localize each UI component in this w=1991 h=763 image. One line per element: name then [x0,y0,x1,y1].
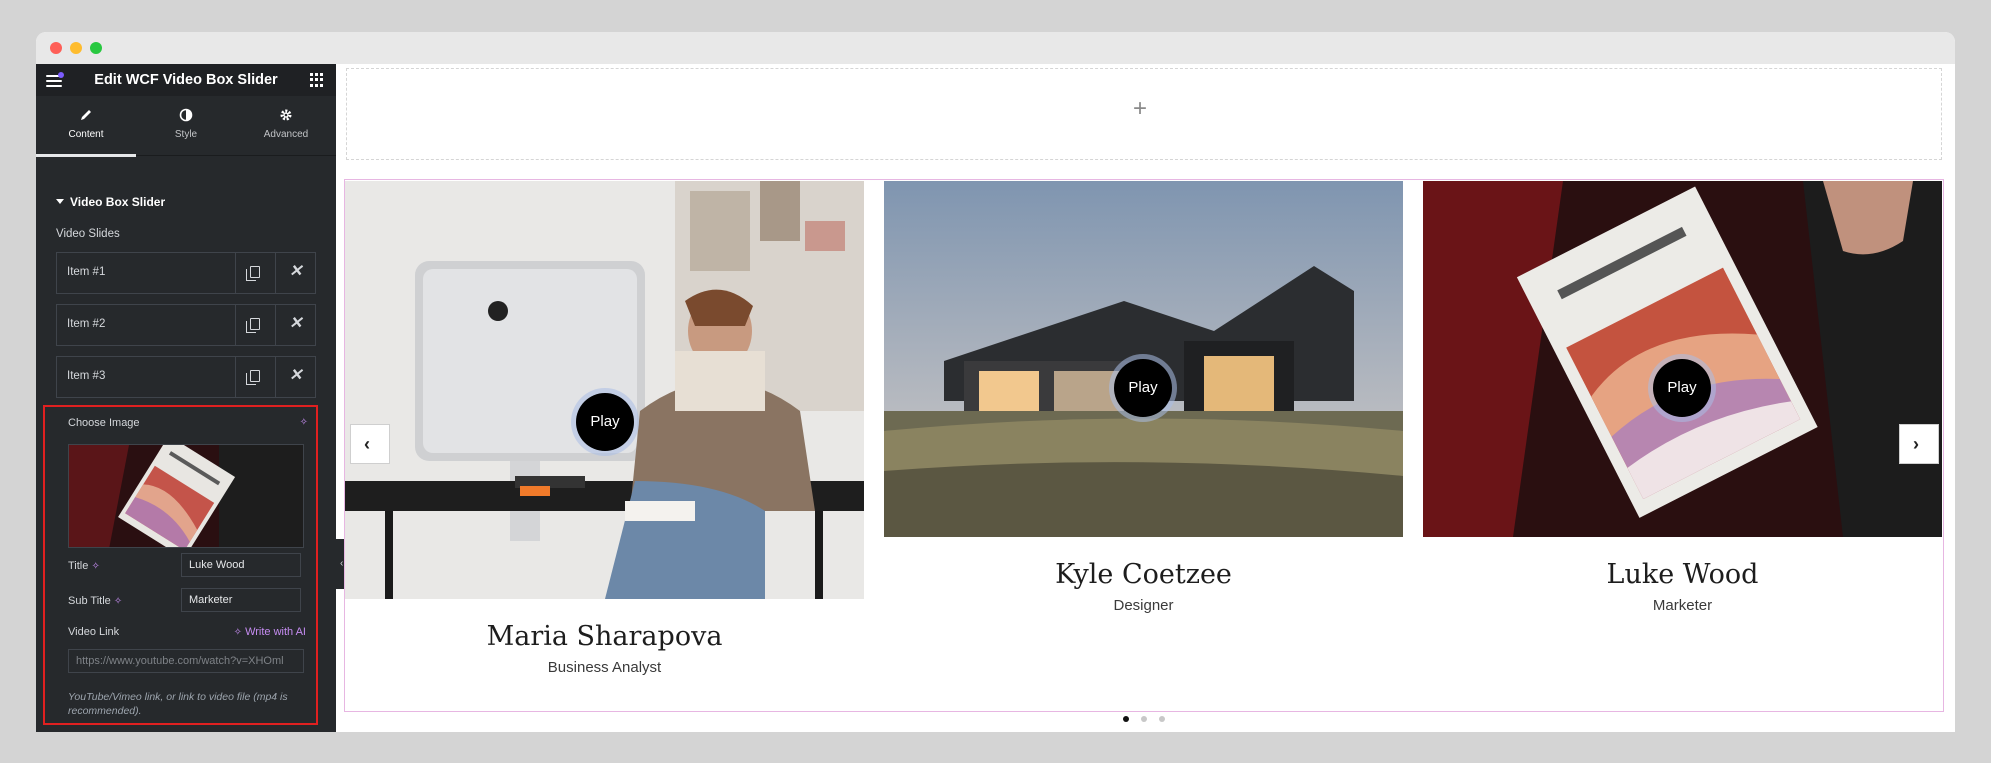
subtitle-label: Sub Title ✧ [68,595,123,607]
chevron-left-icon: ‹ [340,558,344,569]
tab-style[interactable]: Style [136,96,236,156]
close-window-button[interactable] [50,42,62,54]
duplicate-button[interactable] [235,253,275,293]
copy-icon [246,370,260,385]
panel-header: Edit WCF Video Box Slider [36,64,336,96]
ai-sparkle-icon[interactable]: ✧ [91,561,99,572]
maximize-window-button[interactable] [90,42,102,54]
play-button[interactable]: Play [1653,359,1711,417]
pagination-bullet[interactable] [1159,716,1165,722]
caret-down-icon [56,199,64,204]
item-label[interactable]: Item #1 [67,266,105,278]
slide-image: Play [1423,181,1942,537]
slide-image: Play [884,181,1403,537]
write-with-ai-button[interactable]: ✧ Write with AI [234,626,306,638]
browser-window: Edit WCF Video Box Slider Content Style [36,32,1955,732]
copy-icon [246,318,260,333]
section-toggle[interactable]: Video Box Slider [56,195,165,209]
tab-label: Style [174,129,198,140]
minimize-window-button[interactable] [70,42,82,54]
choose-image-label: Choose Image [68,417,140,429]
tab-label: Content [68,129,104,140]
close-icon: ✕ [289,315,303,332]
ai-sparkle-icon[interactable]: ✧ [300,417,308,428]
ai-sparkle-icon[interactable]: ✧ [114,596,122,607]
repeater-item-3[interactable]: Item #3 ✕ [56,356,316,398]
slide-3: Play Luke Wood Marketer [1423,181,1942,701]
chevron-left-icon: ‹ [364,434,370,454]
video-link-hint: YouTube/Vimeo link, or link to video fil… [68,691,288,717]
slide-1: Play Maria Sharapova Business Analyst [345,181,864,701]
play-button[interactable]: Play [1114,359,1172,417]
item-label[interactable]: Item #3 [67,370,105,382]
remove-button[interactable]: ✕ [275,253,315,293]
slide-subtitle: Designer [1113,597,1174,614]
window-titlebar [36,32,1955,64]
image-thumbnail [69,445,303,547]
chevron-right-icon: › [1913,434,1919,454]
section-title: Video Box Slider [70,195,166,209]
slide-title: Kyle Coetzee [1055,559,1232,590]
add-section-button[interactable]: + [1133,95,1147,123]
remove-button[interactable]: ✕ [275,305,315,345]
copy-icon [246,266,260,281]
subtitle-input[interactable]: Marketer [181,588,301,612]
duplicate-button[interactable] [235,305,275,345]
slider-prev-button[interactable]: ‹ [350,424,390,464]
remove-button[interactable]: ✕ [275,357,315,397]
tab-label: Advanced [263,129,309,140]
video-slides-label: Video Slides [56,228,120,240]
video-link-input[interactable]: https://www.youtube.com/watch?v=XHOml [68,649,304,673]
pagination-bullet[interactable] [1141,716,1147,722]
close-icon: ✕ [289,263,303,280]
slider-next-button[interactable]: › [1899,424,1939,464]
slide-subtitle: Marketer [1652,597,1713,614]
slide-2: Play Kyle Coetzee Designer [884,181,1403,701]
title-label: Title ✧ [68,560,100,572]
add-section-area: + [346,68,1942,160]
slide-photo [345,181,864,599]
play-button[interactable]: Play [576,393,634,451]
repeater-item-1[interactable]: Item #1 ✕ [56,252,316,294]
repeater-item-2[interactable]: Item #2 ✕ [56,304,316,346]
tab-content[interactable]: Content [36,96,136,157]
ai-sparkle-icon: ✧ [233,627,242,638]
slide-title: Maria Sharapova [486,621,723,652]
item-label[interactable]: Item #2 [67,318,105,330]
title-input[interactable]: Luke Wood [181,553,301,577]
duplicate-button[interactable] [235,357,275,397]
panel-tabs: Content Style Advanced [36,96,336,157]
slide-title: Luke Wood [1606,559,1759,590]
slide-image: Play [345,181,864,599]
image-picker[interactable] [68,444,304,548]
pagination-bullet[interactable] [1123,716,1129,722]
panel-title: Edit WCF Video Box Slider [94,72,278,88]
video-box-slider-widget[interactable]: Play Maria Sharapova Business Analyst Pl… [344,179,1944,722]
gear-icon [278,108,294,124]
slide-subtitle: Business Analyst [547,659,662,676]
video-link-label: Video Link [68,626,120,638]
widgets-grid-icon[interactable] [310,73,324,87]
close-icon: ✕ [289,367,303,384]
expanded-item-panel: Choose Image ✧ Title ✧ Luke Wood Sub Tit… [43,405,318,725]
tab-advanced[interactable]: Advanced [236,96,336,156]
pencil-icon [78,108,94,124]
contrast-icon [178,108,194,124]
